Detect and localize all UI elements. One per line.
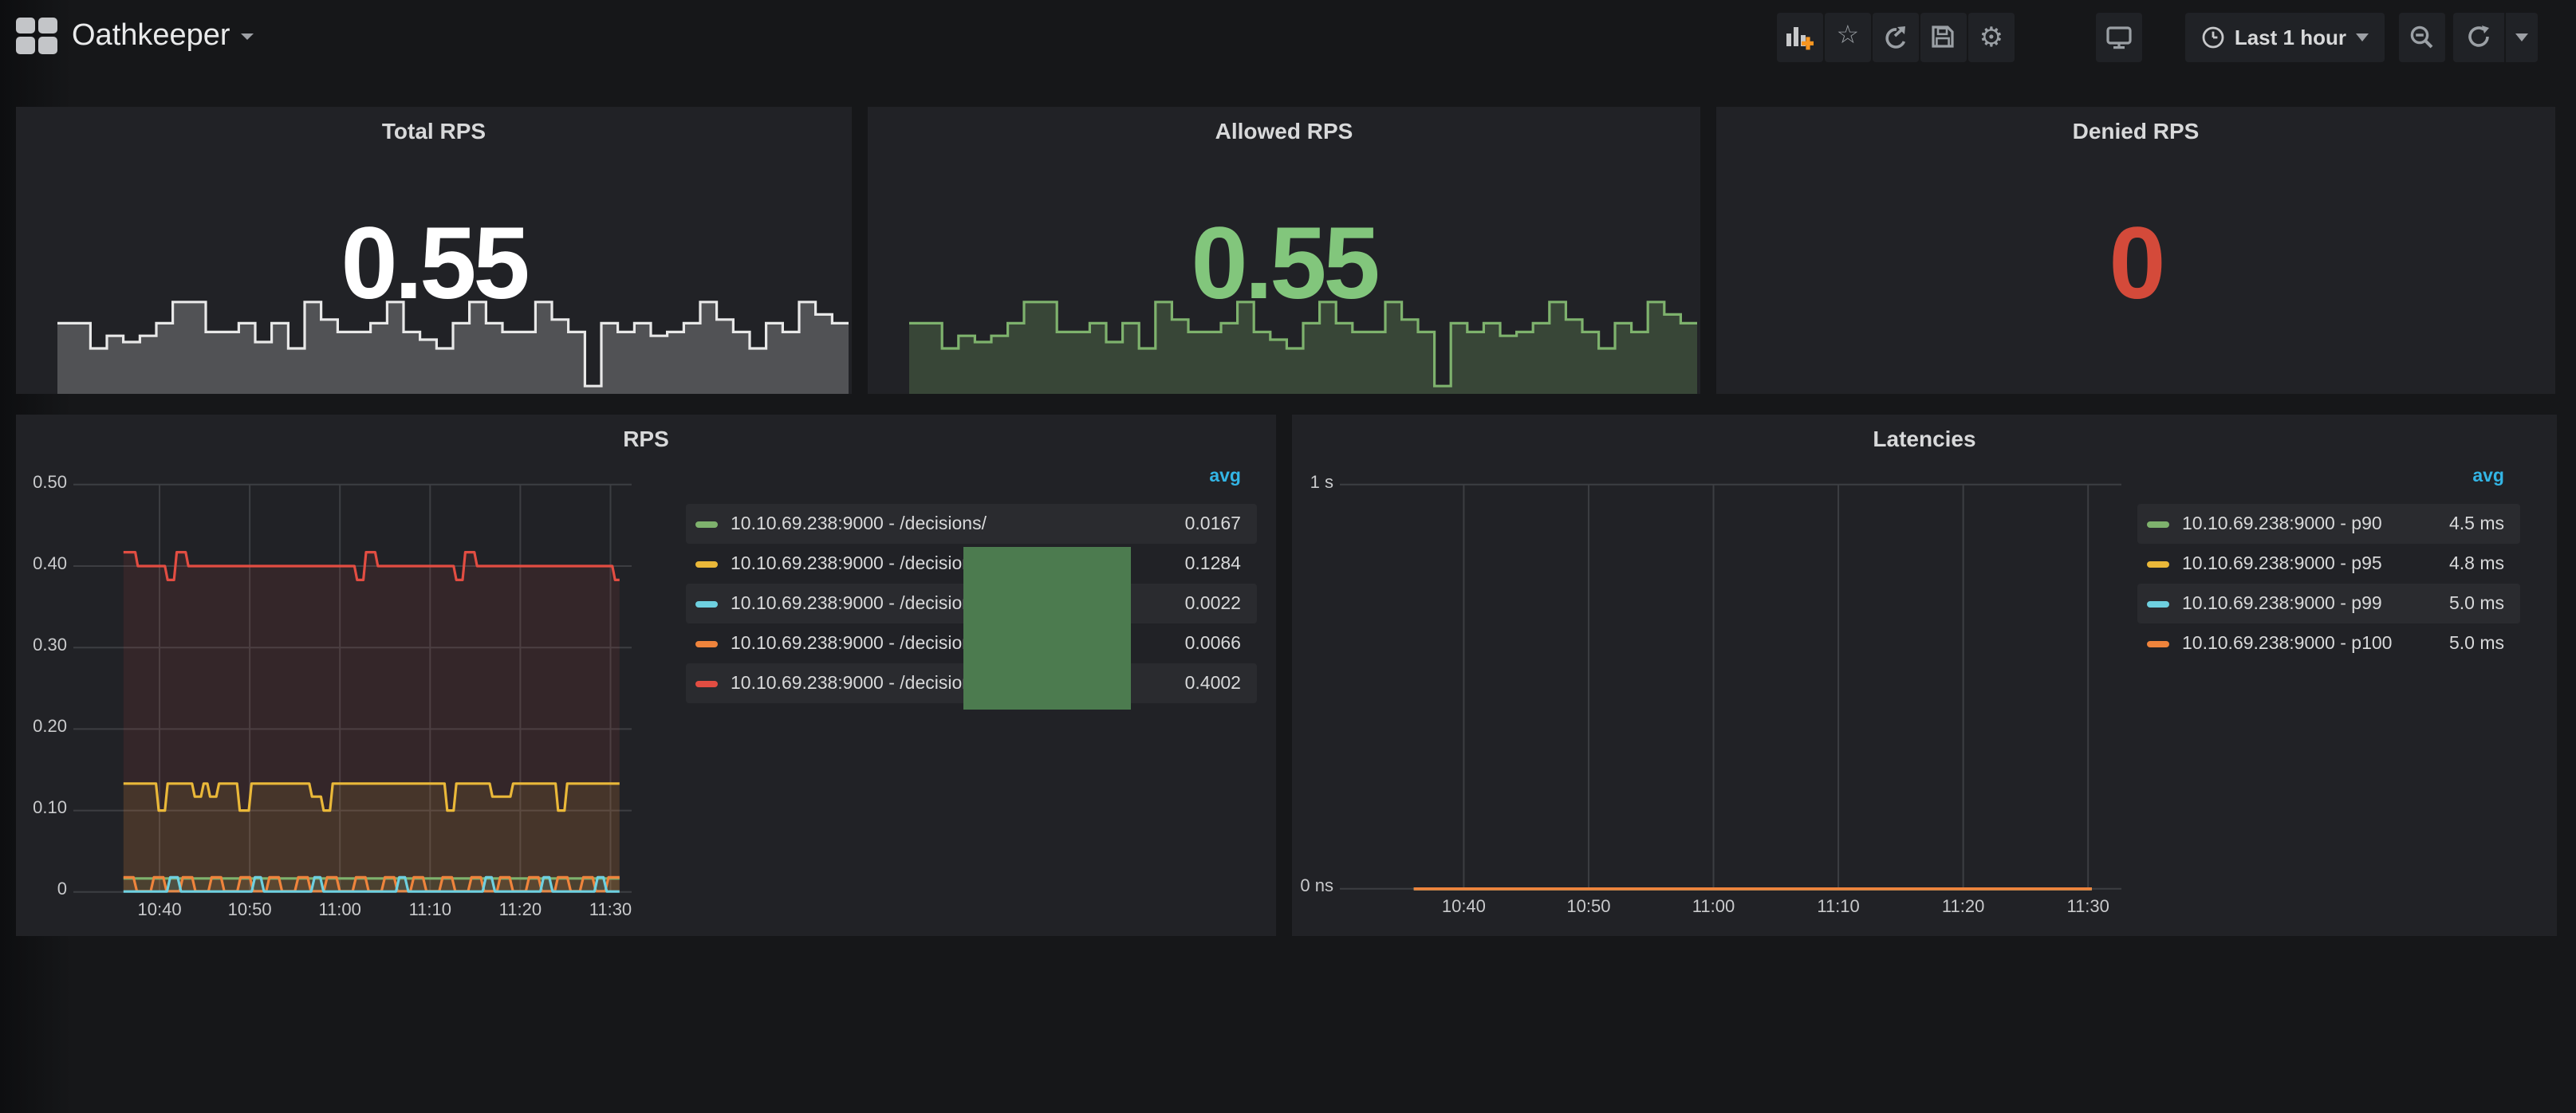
zoom-out-button[interactable] bbox=[2399, 12, 2445, 61]
sparkline bbox=[909, 297, 1697, 394]
x-tick-label: 10:50 bbox=[1557, 899, 1621, 918]
zoom-out-icon bbox=[2409, 23, 2436, 50]
legend-series-value: 0.1284 bbox=[1148, 554, 1241, 573]
save-button[interactable] bbox=[1920, 12, 1967, 61]
save-icon bbox=[1931, 24, 1956, 49]
sparkline bbox=[57, 297, 849, 394]
refresh-split-button bbox=[2453, 12, 2538, 61]
star-icon: ☆ bbox=[1837, 24, 1860, 49]
y-tick-label: 0.40 bbox=[16, 555, 67, 574]
caret-down-icon bbox=[2515, 33, 2528, 41]
y-tick-label: 1 s bbox=[1292, 474, 1333, 493]
series-color-dash bbox=[695, 680, 718, 686]
caret-down-icon bbox=[242, 33, 254, 40]
series-color-dash bbox=[2147, 640, 2169, 647]
stat-value: 0 bbox=[1716, 199, 2555, 327]
gear-icon: ⚙ bbox=[1979, 23, 2004, 50]
green-overlay-artifact bbox=[963, 547, 1131, 710]
x-tick-label: 10:40 bbox=[128, 902, 191, 921]
legend-row[interactable]: 10.10.69.238:9000 - p904.5 ms bbox=[2137, 504, 2520, 544]
panel-total-rps: Total RPS 0.55 bbox=[16, 107, 852, 394]
legend-series-label: 10.10.69.238:9000 - p100 bbox=[2182, 634, 2412, 653]
series-color-dash bbox=[695, 600, 718, 607]
series-color-dash bbox=[2147, 521, 2169, 527]
grafana-dashboard: Oathkeeper ☆ bbox=[0, 0, 2576, 1113]
x-tick-label: 11:10 bbox=[398, 902, 462, 921]
navbar: Oathkeeper ☆ bbox=[0, 0, 2576, 73]
legend-row[interactable]: 10.10.69.238:9000 - p954.8 ms bbox=[2137, 544, 2520, 584]
legend-series-value: 0.0167 bbox=[1148, 514, 1241, 533]
caret-down-icon bbox=[2356, 33, 2369, 41]
y-tick-label: 0 ns bbox=[1292, 878, 1333, 897]
star-button[interactable]: ☆ bbox=[1825, 12, 1871, 61]
latencies-legend-table: avg10.10.69.238:9000 - p904.5 ms10.10.69… bbox=[2137, 459, 2520, 663]
legend-row[interactable]: 10.10.69.238:9000 - p1005.0 ms bbox=[2137, 623, 2520, 663]
x-tick-label: 10:40 bbox=[1432, 899, 1495, 918]
clock-icon bbox=[2201, 25, 2225, 49]
series-color-dash bbox=[695, 560, 718, 567]
legend-series-value: 0.4002 bbox=[1148, 674, 1241, 693]
legend-avg-header[interactable]: avg bbox=[2137, 459, 2520, 494]
legend-series-label: 10.10.69.238:9000 - p95 bbox=[2182, 554, 2412, 573]
refresh-button[interactable] bbox=[2453, 12, 2504, 61]
legend-series-value: 4.8 ms bbox=[2412, 554, 2504, 573]
legend-series-value: 5.0 ms bbox=[2412, 634, 2504, 653]
panel-title[interactable]: Allowed RPS bbox=[868, 118, 1700, 144]
dashboard-title: Oathkeeper bbox=[72, 19, 230, 54]
legend-series-value: 0.0066 bbox=[1148, 634, 1241, 653]
panel-title[interactable]: Latencies bbox=[1292, 426, 2557, 451]
series-color-dash bbox=[2147, 560, 2169, 567]
y-tick-label: 0.10 bbox=[16, 800, 67, 819]
legend-series-value: 4.5 ms bbox=[2412, 514, 2504, 533]
share-button[interactable] bbox=[1873, 12, 1919, 61]
y-tick-label: 0.30 bbox=[16, 636, 67, 655]
y-tick-label: 0.50 bbox=[16, 474, 67, 493]
panel-allowed-rps: Allowed RPS 0.55 bbox=[868, 107, 1700, 394]
cycle-view-button[interactable] bbox=[2096, 12, 2142, 61]
x-tick-label: 11:10 bbox=[1806, 899, 1870, 918]
series-color-dash bbox=[695, 521, 718, 527]
tv-icon bbox=[2105, 23, 2133, 50]
panel-latencies-graph: Latencies 1 s 0 ns 10:40 10:50 11:00 11:10 11… bbox=[1292, 415, 2557, 936]
time-range-label: Last 1 hour bbox=[2235, 25, 2346, 49]
latencies-plot bbox=[1340, 475, 2121, 899]
x-tick-label: 11:00 bbox=[1682, 899, 1746, 918]
add-panel-button[interactable] bbox=[1777, 12, 1823, 61]
dashboard-title-dropdown[interactable]: Oathkeeper bbox=[72, 19, 254, 54]
time-range-picker[interactable]: Last 1 hour bbox=[2185, 12, 2385, 61]
x-tick-label: 11:30 bbox=[2056, 899, 2120, 918]
series-color-dash bbox=[2147, 600, 2169, 607]
x-tick-label: 11:00 bbox=[308, 902, 372, 921]
x-tick-label: 10:50 bbox=[218, 902, 282, 921]
refresh-interval-dropdown[interactable] bbox=[2506, 12, 2538, 61]
legend-series-label: 10.10.69.238:9000 - p99 bbox=[2182, 594, 2412, 613]
legend-row[interactable]: 10.10.69.238:9000 - p995.0 ms bbox=[2137, 584, 2520, 623]
legend-series-value: 0.0022 bbox=[1148, 594, 1241, 613]
add-panel-icon bbox=[1786, 22, 1814, 51]
legend-series-value: 5.0 ms bbox=[2412, 594, 2504, 613]
x-tick-label: 11:30 bbox=[578, 902, 642, 921]
rps-plot bbox=[73, 475, 632, 899]
x-tick-label: 11:20 bbox=[1932, 899, 1995, 918]
x-tick-label: 11:20 bbox=[488, 902, 552, 921]
legend-series-label: 10.10.69.238:9000 - p90 bbox=[2182, 514, 2412, 533]
panel-title[interactable]: Total RPS bbox=[16, 118, 852, 144]
refresh-icon bbox=[2466, 24, 2491, 49]
settings-button[interactable]: ⚙ bbox=[1968, 12, 2015, 61]
legend-avg-header[interactable]: avg bbox=[686, 459, 1257, 494]
y-tick-label: 0 bbox=[16, 881, 67, 900]
panel-title[interactable]: Denied RPS bbox=[1716, 118, 2555, 144]
legend-series-label: 10.10.69.238:9000 - /decisions/ bbox=[731, 514, 1148, 533]
legend-row[interactable]: 10.10.69.238:9000 - /decisions/0.0167 bbox=[686, 504, 1257, 544]
grid-icon bbox=[16, 18, 35, 33]
dashboards-grid-button[interactable] bbox=[16, 18, 59, 56]
series-color-dash bbox=[695, 640, 718, 647]
y-tick-label: 0.20 bbox=[16, 718, 67, 737]
panel-title[interactable]: RPS bbox=[16, 426, 1276, 451]
panel-rps-graph: RPS 0.50 0.40 0.30 0.20 0.10 0 10:40 10:50 11:0… bbox=[16, 415, 1276, 936]
share-icon bbox=[1882, 23, 1909, 50]
panel-denied-rps: Denied RPS 0 bbox=[1716, 107, 2555, 394]
